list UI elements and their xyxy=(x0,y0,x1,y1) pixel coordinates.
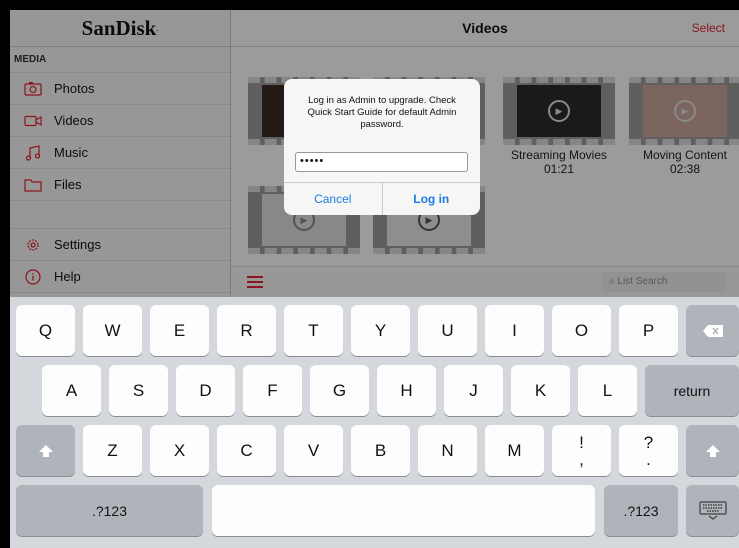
shift-icon xyxy=(705,444,720,457)
key-exclaim-comma[interactable]: !, xyxy=(552,425,611,476)
key-b[interactable]: B xyxy=(351,425,410,476)
shift-key-left[interactable] xyxy=(16,425,75,476)
key-s[interactable]: S xyxy=(109,365,168,416)
shift-key-right[interactable] xyxy=(686,425,739,476)
numbers-key-left[interactable]: .?123 xyxy=(16,485,203,536)
key-g[interactable]: G xyxy=(310,365,369,416)
key-t[interactable]: T xyxy=(284,305,343,356)
password-field[interactable]: ••••• xyxy=(295,152,468,172)
key-m[interactable]: M xyxy=(485,425,544,476)
key-v[interactable]: V xyxy=(284,425,343,476)
alert-message: Log in as Admin to upgrade. Check Quick … xyxy=(307,95,457,130)
key-bottom-char: , xyxy=(579,449,584,469)
key-q[interactable]: Q xyxy=(16,305,75,356)
key-top-char: ! xyxy=(579,432,584,452)
key-i[interactable]: I xyxy=(485,305,544,356)
key-e[interactable]: E xyxy=(150,305,209,356)
key-h[interactable]: H xyxy=(377,365,436,416)
backspace-icon xyxy=(702,324,723,337)
cancel-button[interactable]: Cancel xyxy=(284,183,382,215)
key-c[interactable]: C xyxy=(217,425,276,476)
key-o[interactable]: O xyxy=(552,305,611,356)
key-f[interactable]: F xyxy=(243,365,302,416)
key-top-char: ? xyxy=(643,432,654,452)
onscreen-keyboard: Q W E R T Y U I O P A S D F G H J K L re… xyxy=(10,297,739,548)
alert-buttons: Cancel Log in xyxy=(284,182,480,215)
hide-keyboard-key[interactable] xyxy=(686,485,739,536)
app-screen: SanDisk. MEDIA Photos Videos Music Files xyxy=(10,10,739,548)
backspace-key[interactable] xyxy=(686,305,739,356)
key-j[interactable]: J xyxy=(444,365,503,416)
shift-icon xyxy=(38,444,53,457)
login-alert: Log in as Admin to upgrade. Check Quick … xyxy=(284,79,480,215)
key-w[interactable]: W xyxy=(83,305,142,356)
key-a[interactable]: A xyxy=(42,365,101,416)
key-y[interactable]: Y xyxy=(351,305,410,356)
key-u[interactable]: U xyxy=(418,305,477,356)
numbers-key-right[interactable]: .?123 xyxy=(604,485,678,536)
key-n[interactable]: N xyxy=(418,425,477,476)
key-bottom-char: . xyxy=(646,449,651,469)
key-d[interactable]: D xyxy=(176,365,235,416)
key-x[interactable]: X xyxy=(150,425,209,476)
key-k[interactable]: K xyxy=(511,365,570,416)
key-z[interactable]: Z xyxy=(83,425,142,476)
keyboard-hide-icon xyxy=(699,501,726,520)
key-question-period[interactable]: ?. xyxy=(619,425,678,476)
key-p[interactable]: P xyxy=(619,305,678,356)
return-key[interactable]: return xyxy=(645,365,739,416)
key-r[interactable]: R xyxy=(217,305,276,356)
login-button[interactable]: Log in xyxy=(383,183,481,215)
space-key[interactable] xyxy=(212,485,595,536)
key-l[interactable]: L xyxy=(578,365,637,416)
